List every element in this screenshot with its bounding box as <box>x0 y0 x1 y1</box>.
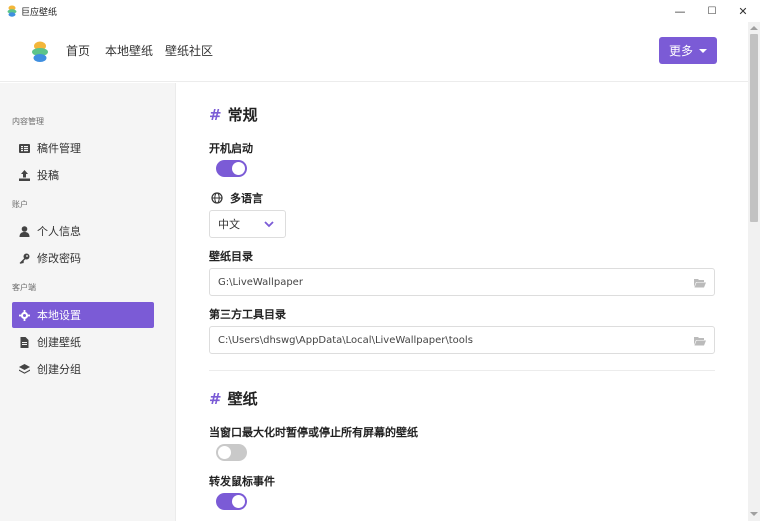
nav-local-wallpaper-link[interactable]: 本地壁纸 <box>105 42 153 59</box>
top-navigation: 首页 本地壁纸 壁纸社区 更多 <box>0 22 748 82</box>
sidebar-item-label: 修改密码 <box>37 252 81 265</box>
sidebar-item-label: 创建壁纸 <box>37 336 81 349</box>
language-select[interactable]: 中文 <box>209 210 286 238</box>
sidebar-section-client: 客户端 <box>12 283 36 292</box>
sidebar: 内容管理 稿件管理 投稿 账户 个人信息 修改密码 客户端 本地设置 创建壁纸 … <box>0 83 176 521</box>
sidebar-item-create-group[interactable]: 创建分组 <box>12 356 154 382</box>
hash-mark: # <box>209 106 222 124</box>
sidebar-item-label: 稿件管理 <box>37 142 81 155</box>
section-heading-wallpaper: # 壁纸 <box>209 390 258 408</box>
more-button-label: 更多 <box>668 44 693 58</box>
sidebar-item-change-password[interactable]: 修改密码 <box>12 245 154 271</box>
chevron-down-icon <box>264 221 274 228</box>
title-bar: 巨应壁纸 — ☐ ✕ <box>0 0 760 22</box>
sidebar-item-label: 创建分组 <box>37 363 81 376</box>
sidebar-item-manuscripts[interactable]: 稿件管理 <box>12 135 154 161</box>
pause-on-maximize-label: 当窗口最大化时暂停或停止所有屏幕的壁纸 <box>209 426 418 439</box>
sidebar-item-submit[interactable]: 投稿 <box>12 162 154 188</box>
hash-mark: # <box>209 390 222 408</box>
sidebar-item-label: 投稿 <box>37 169 59 182</box>
pause-on-maximize-toggle[interactable] <box>216 444 247 461</box>
more-dropdown-button[interactable]: 更多 <box>659 37 717 64</box>
forward-mouse-toggle[interactable] <box>216 493 247 510</box>
layers-icon <box>19 363 30 374</box>
wallpaper-dir-value: G:\LiveWallpaper <box>218 276 303 288</box>
scroll-thumb[interactable] <box>750 34 758 222</box>
autostart-toggle[interactable] <box>216 160 247 177</box>
user-icon <box>19 225 30 237</box>
section-divider <box>209 370 715 371</box>
toggle-knob <box>232 495 245 508</box>
sidebar-section-account: 账户 <box>12 200 28 209</box>
toggle-knob <box>232 162 245 175</box>
scroll-up-arrow-icon[interactable] <box>750 26 758 30</box>
autostart-label: 开机启动 <box>209 142 253 155</box>
tools-dir-input[interactable]: C:\Users\dhswg\AppData\Local\LiveWallpap… <box>209 326 715 354</box>
brand-logo-icon[interactable] <box>31 41 49 63</box>
minimize-button[interactable]: — <box>663 0 697 22</box>
upload-icon <box>19 169 30 181</box>
caret-down-icon <box>699 48 707 53</box>
section-heading-general: # 常规 <box>209 106 258 124</box>
toggle-knob <box>218 446 231 459</box>
sidebar-item-label: 本地设置 <box>37 309 81 322</box>
sidebar-item-label: 个人信息 <box>37 225 81 238</box>
nav-community-link[interactable]: 壁纸社区 <box>165 42 213 59</box>
key-icon <box>19 253 30 264</box>
file-icon <box>20 336 29 348</box>
globe-icon <box>211 192 223 204</box>
language-value: 中文 <box>218 218 240 231</box>
close-button[interactable]: ✕ <box>726 0 760 22</box>
maximize-button[interactable]: ☐ <box>695 0 729 22</box>
app-logo-icon <box>7 5 17 17</box>
tools-dir-value: C:\Users\dhswg\AppData\Local\LiveWallpap… <box>218 334 473 346</box>
wallpaper-dir-input[interactable]: G:\LiveWallpaper <box>209 268 715 296</box>
sidebar-item-profile[interactable]: 个人信息 <box>12 218 154 244</box>
nav-home-link[interactable]: 首页 <box>66 42 90 59</box>
tools-dir-label: 第三方工具目录 <box>209 308 286 321</box>
language-label: 多语言 <box>209 190 263 206</box>
settings-panel: # 常规 开机启动 多语言 中文 壁纸目录 G:\LiveWallpaper 第三… <box>177 83 748 521</box>
forward-mouse-label: 转发鼠标事件 <box>209 475 275 488</box>
vertical-scrollbar[interactable] <box>748 22 760 521</box>
list-icon <box>19 143 30 153</box>
gear-icon <box>19 309 30 321</box>
window-title: 巨应壁纸 <box>21 8 58 18</box>
folder-open-icon[interactable] <box>694 336 706 346</box>
sidebar-item-create-wallpaper[interactable]: 创建壁纸 <box>12 329 154 355</box>
sidebar-item-local-settings[interactable]: 本地设置 <box>12 302 154 328</box>
folder-open-icon[interactable] <box>694 278 706 288</box>
wallpaper-dir-label: 壁纸目录 <box>209 250 253 263</box>
sidebar-section-content: 内容管理 <box>12 117 44 126</box>
scroll-down-arrow-icon[interactable] <box>750 512 758 516</box>
